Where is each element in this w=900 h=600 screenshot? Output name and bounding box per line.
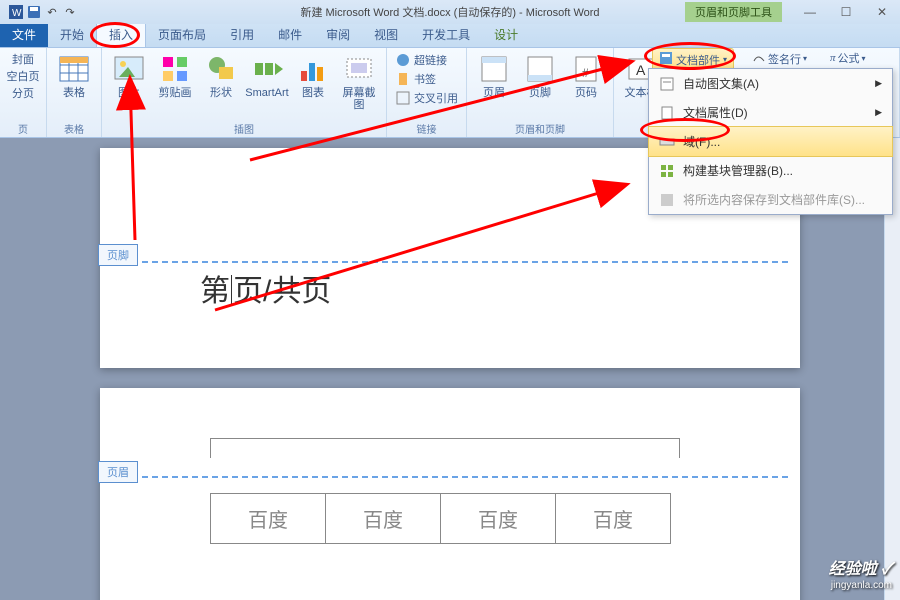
tab-file[interactable]: 文件 [0, 22, 48, 47]
table-button[interactable]: 表格 [53, 51, 95, 99]
svg-text:W: W [12, 8, 22, 19]
dropdown-arrow-icon: ▾ [723, 55, 727, 64]
page-2[interactable]: 页眉 百度 百度 百度 百度 [100, 388, 800, 600]
header-icon [478, 53, 510, 85]
ribbon-tabs: 文件 开始 插入 页面布局 引用 邮件 审阅 视图 开发工具 设计 [0, 24, 900, 48]
autotext-icon [659, 76, 675, 92]
header-tab[interactable]: 页眉 [98, 461, 138, 483]
signature-icon [752, 50, 766, 67]
table-icon [58, 53, 90, 85]
group-links-label: 链接 [393, 120, 460, 137]
shapes-button[interactable]: 形状 [200, 51, 242, 99]
footer-icon [524, 53, 556, 85]
window-title: 新建 Microsoft Word 文档.docx (自动保存的) - Micr… [300, 4, 599, 20]
clipart-button[interactable]: 剪贴画 [154, 51, 196, 99]
submenu-arrow-icon: ▶ [875, 107, 882, 118]
footer-tab[interactable]: 页脚 [98, 244, 138, 266]
save-selection-icon [659, 192, 675, 208]
footer-button[interactable]: 页脚 [519, 51, 561, 99]
quickparts-icon [659, 51, 673, 68]
picture-button[interactable]: 图片 [108, 51, 150, 99]
table-cell[interactable]: 百度 [556, 494, 671, 544]
document-table[interactable]: 百度 百度 百度 百度 [210, 493, 671, 544]
hyperlink-icon [395, 52, 411, 68]
picture-icon [113, 53, 145, 85]
tab-review[interactable]: 审阅 [314, 22, 362, 47]
table-cell[interactable]: 百度 [326, 494, 441, 544]
smartart-button[interactable]: SmartArt [246, 51, 288, 99]
footer-text[interactable]: 第页/共页 [200, 266, 331, 310]
tab-mailings[interactable]: 邮件 [266, 22, 314, 47]
dd-autotext[interactable]: 自动图文集(A)▶ [649, 69, 892, 98]
bookmark-icon [395, 71, 411, 87]
bookmark-button[interactable]: 书签 [393, 70, 460, 88]
dd-docproperty[interactable]: 文档属性(D)▶ [649, 98, 892, 127]
equation-icon: π [830, 52, 836, 64]
table-cell[interactable]: 百度 [441, 494, 556, 544]
clipart-icon [159, 53, 191, 85]
crossref-button[interactable]: 交叉引用 [393, 89, 460, 107]
svg-text:#: # [582, 66, 589, 80]
tab-references[interactable]: 引用 [218, 22, 266, 47]
quick-access-toolbar: W ↶ ↷ [8, 4, 78, 20]
table-row: 百度 百度 百度 百度 [211, 494, 671, 544]
field-icon [659, 134, 675, 150]
tab-view[interactable]: 视图 [362, 22, 410, 47]
maximize-button[interactable]: ☐ [828, 0, 864, 24]
tab-design[interactable]: 设计 [482, 22, 530, 47]
close-button[interactable]: ✕ [864, 0, 900, 24]
save-icon[interactable] [26, 4, 42, 20]
title-bar: W ↶ ↷ 新建 Microsoft Word 文档.docx (自动保存的) … [0, 0, 900, 24]
blank-page-button[interactable]: 空白页 [7, 68, 40, 84]
smartart-icon [251, 53, 283, 85]
tab-insert[interactable]: 插入 [96, 21, 146, 47]
dd-field[interactable]: 域(F)... [648, 126, 893, 157]
screenshot-button[interactable]: 屏幕截图 [338, 51, 380, 111]
footer-boundary [112, 261, 788, 263]
text-cursor [231, 275, 232, 305]
docproperty-icon [659, 105, 675, 121]
hyperlink-button[interactable]: 超链接 [393, 51, 460, 69]
dd-building-blocks[interactable]: 构建基块管理器(B)... [649, 156, 892, 185]
cover-page-button[interactable]: 封面 [12, 51, 34, 67]
group-illustrations-label: 插图 [108, 120, 380, 137]
table-cell[interactable]: 百度 [211, 494, 326, 544]
chart-icon [297, 53, 329, 85]
page-break-button[interactable]: 分页 [12, 85, 34, 101]
bbmgr-icon [659, 163, 675, 179]
tab-home[interactable]: 开始 [48, 22, 96, 47]
signature-line-button[interactable]: 签名行▾ [752, 50, 807, 67]
header-boundary [112, 476, 788, 478]
header-button[interactable]: 页眉 [473, 51, 515, 99]
watermark: 经验啦 ✓ jingyanla.com [829, 562, 892, 594]
chart-button[interactable]: 图表 [292, 51, 334, 99]
minimize-button[interactable]: — [792, 0, 828, 24]
submenu-arrow-icon: ▶ [875, 78, 882, 89]
equation-button[interactable]: π 公式▾ [830, 50, 866, 66]
contextual-tab-title: 页眉和页脚工具 [685, 2, 782, 22]
screenshot-icon [343, 53, 375, 85]
table-top-edge [210, 438, 680, 458]
dd-save-selection: 将所选内容保存到文档部件库(S)... [649, 185, 892, 214]
word-icon: W [8, 4, 24, 20]
svg-text:A: A [636, 62, 646, 78]
shapes-icon [205, 53, 237, 85]
pagenumber-icon: # [570, 53, 602, 85]
group-pages-label: 页 [6, 120, 40, 137]
group-headerfooter-label: 页眉和页脚 [473, 120, 607, 137]
group-tables-label: 表格 [53, 120, 95, 137]
tab-developer[interactable]: 开发工具 [410, 22, 482, 47]
crossref-icon [395, 90, 411, 106]
redo-icon[interactable]: ↷ [62, 4, 78, 20]
undo-icon[interactable]: ↶ [44, 4, 60, 20]
quickparts-dropdown: 自动图文集(A)▶ 文档属性(D)▶ 域(F)... 构建基块管理器(B)...… [648, 68, 893, 215]
pagenumber-button[interactable]: # 页码 [565, 51, 607, 99]
tab-layout[interactable]: 页面布局 [146, 22, 218, 47]
